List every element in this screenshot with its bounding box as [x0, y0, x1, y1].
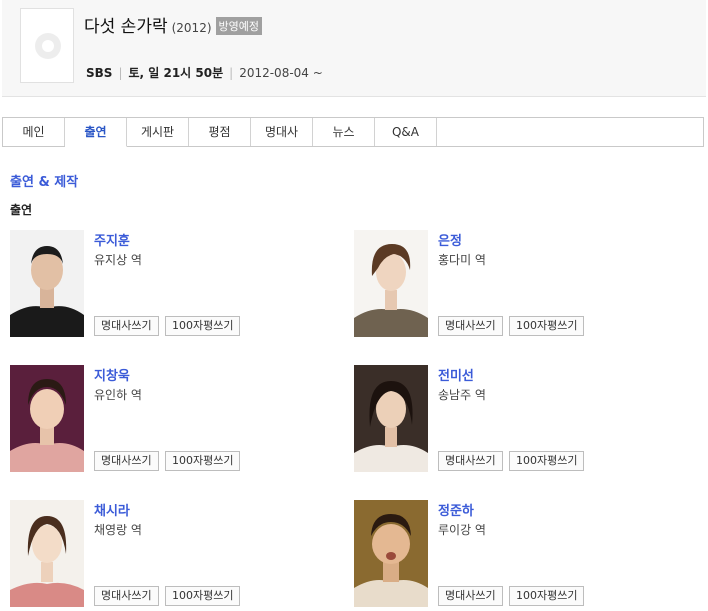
tab-board[interactable]: 게시판 — [127, 118, 189, 146]
sub-title: 출연 — [10, 203, 33, 217]
cast-name[interactable]: 정준하 — [438, 500, 474, 519]
cast-name[interactable]: 지창욱 — [94, 365, 130, 384]
poster-placeholder — [20, 8, 74, 83]
write-quote-button[interactable]: 명대사쓰기 — [94, 586, 159, 606]
write-quote-button[interactable]: 명대사쓰기 — [438, 316, 503, 336]
schedule: 토, 일 21시 50분 — [128, 66, 224, 80]
tab-news[interactable]: 뉴스 — [313, 118, 375, 146]
page-title: 다섯 손가락 — [84, 17, 168, 37]
cast-name[interactable]: 주지훈 — [94, 230, 130, 249]
cast-photo[interactable] — [10, 365, 84, 472]
cast-name[interactable]: 전미선 — [438, 365, 474, 384]
tab-rating[interactable]: 평점 — [189, 118, 251, 146]
drama-header: 다섯 손가락 (2012) 방영예정 SBS | 토, 일 21시 50분 | … — [2, 0, 706, 97]
tab-bar: 메인 출연 게시판 평점 명대사 뉴스 Q&A — [2, 117, 704, 147]
write-quote-button[interactable]: 명대사쓰기 — [94, 316, 159, 336]
cast-photo[interactable] — [354, 365, 428, 472]
write-quote-button[interactable]: 명대사쓰기 — [438, 586, 503, 606]
cast-name[interactable]: 채시라 — [94, 500, 130, 519]
tab-quotes[interactable]: 명대사 — [251, 118, 313, 146]
write-review-button[interactable]: 100자평쓰기 — [165, 451, 241, 471]
cast-role: 채영랑 역 — [94, 523, 142, 537]
write-review-button[interactable]: 100자평쓰기 — [509, 451, 585, 471]
cast-card: 지창욱 유인하 역 명대사쓰기 100자평쓰기 — [10, 365, 260, 475]
cast-photo[interactable] — [354, 500, 428, 607]
cast-photo[interactable] — [354, 230, 428, 337]
tab-cast[interactable]: 출연 — [65, 118, 127, 147]
cast-card: 정준하 루이강 역 명대사쓰기 100자평쓰기 — [354, 500, 604, 610]
cast-photo[interactable] — [10, 500, 84, 607]
cast-role: 송남주 역 — [438, 388, 486, 402]
cast-card: 은정 홍다미 역 명대사쓰기 100자평쓰기 — [354, 230, 604, 340]
write-review-button[interactable]: 100자평쓰기 — [165, 316, 241, 336]
status-badge: 방영예정 — [215, 17, 262, 35]
cast-card: 전미선 송남주 역 명대사쓰기 100자평쓰기 — [354, 365, 604, 475]
write-review-button[interactable]: 100자평쓰기 — [165, 586, 241, 606]
broadcast-info: SBS | 토, 일 21시 50분 | 2012-08-04 ~ — [86, 64, 323, 81]
cast-role: 유인하 역 — [94, 388, 142, 402]
cast-card: 채시라 채영랑 역 명대사쓰기 100자평쓰기 — [10, 500, 260, 610]
write-quote-button[interactable]: 명대사쓰기 — [94, 451, 159, 471]
divider: | — [229, 65, 234, 80]
write-review-button[interactable]: 100자평쓰기 — [509, 316, 585, 336]
cast-name[interactable]: 은정 — [438, 230, 462, 249]
write-review-button[interactable]: 100자평쓰기 — [509, 586, 585, 606]
tab-qna[interactable]: Q&A — [375, 118, 437, 146]
title-row: 다섯 손가락 (2012) 방영예정 — [84, 12, 262, 37]
tab-main[interactable]: 메인 — [3, 118, 65, 146]
year: (2012) — [171, 21, 212, 35]
section-title: 출연 & 제작 — [10, 175, 79, 190]
cast-card: 주지훈 유지상 역 명대사쓰기 100자평쓰기 — [10, 230, 260, 340]
cast-role: 루이강 역 — [438, 523, 486, 537]
cast-photo[interactable] — [10, 230, 84, 337]
cast-role: 유지상 역 — [94, 253, 142, 267]
camera-icon — [35, 33, 61, 59]
divider: | — [118, 65, 123, 80]
cast-role: 홍다미 역 — [438, 253, 486, 267]
channel: SBS — [86, 65, 113, 80]
write-quote-button[interactable]: 명대사쓰기 — [438, 451, 503, 471]
air-date: 2012-08-04 ~ — [239, 65, 323, 80]
